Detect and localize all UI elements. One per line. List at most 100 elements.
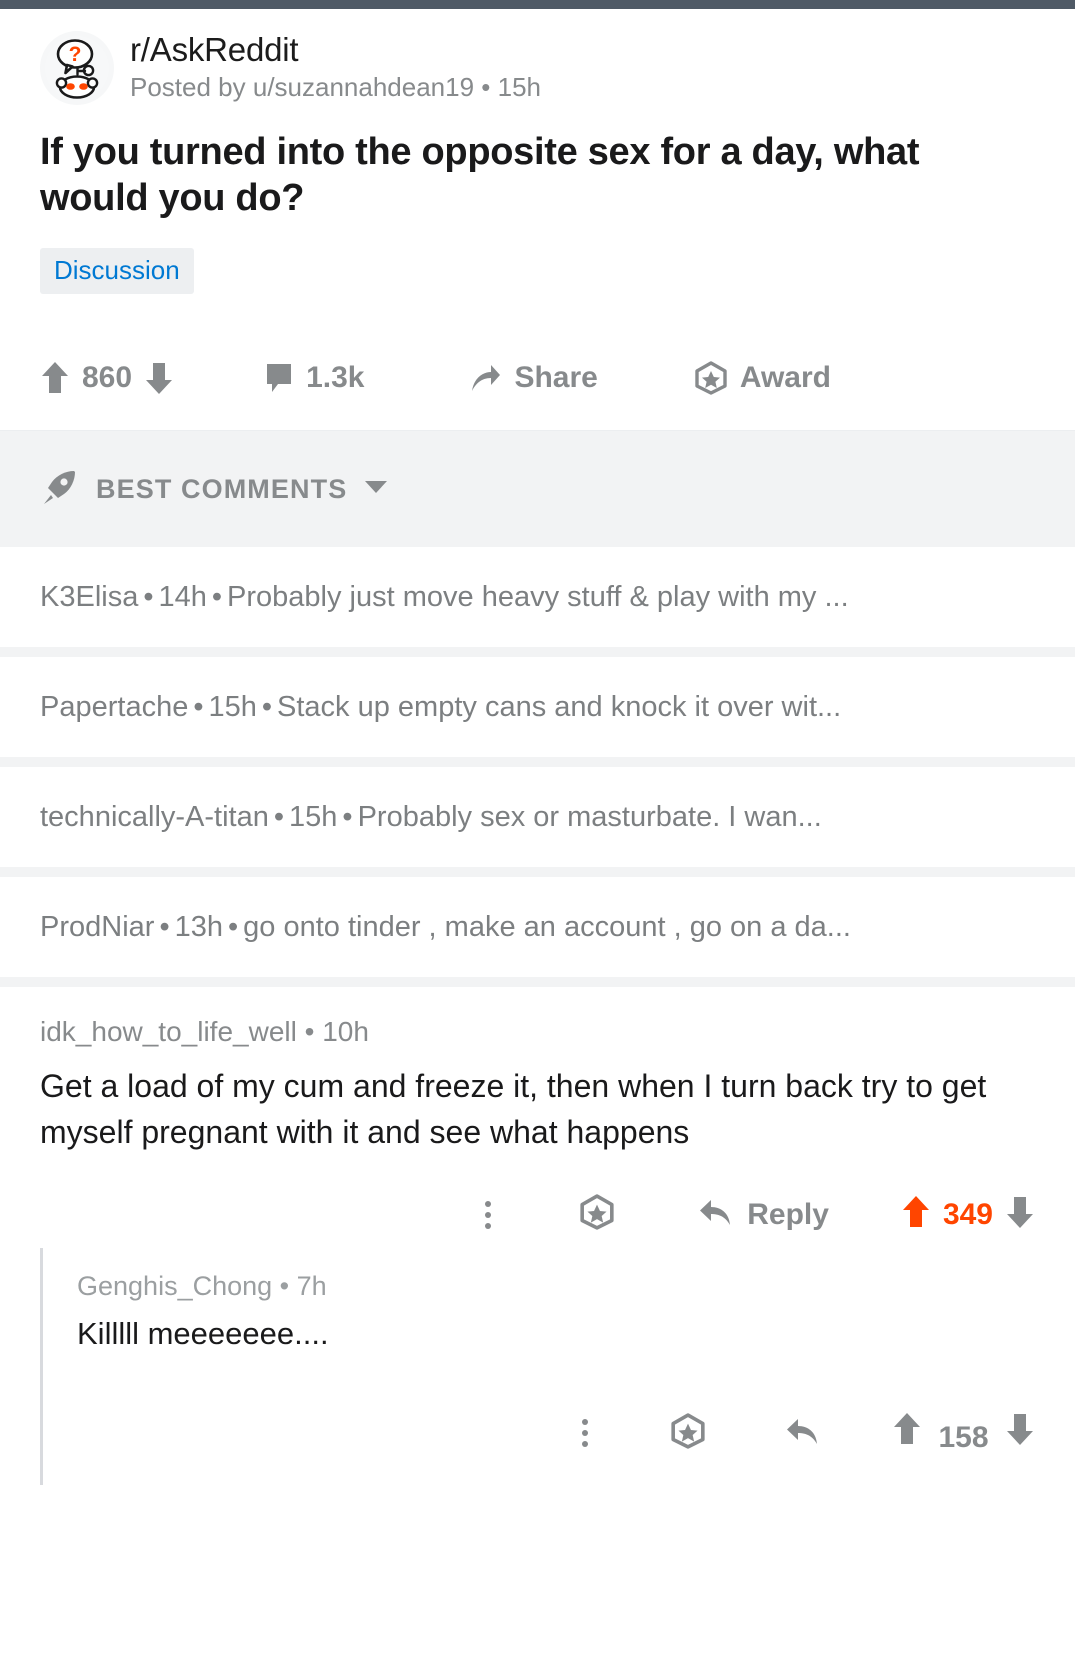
separator-dot: • [211,580,223,613]
thread-indent-line[interactable] [40,1247,43,1486]
comment-age: 10h [322,1016,369,1048]
post-header: ? r/AskReddit Posted by u/suzannahdean19… [40,9,1035,105]
separator-dot: • [193,690,204,723]
post-share-button[interactable]: Share [468,361,609,395]
post-award-button[interactable]: Award [694,361,843,396]
downvote-arrow-icon[interactable] [1005,1414,1035,1451]
collapsed-comment-author: K3Elisa [40,580,139,613]
reply-action-bar: 158 [77,1411,1035,1485]
award-star-icon [579,1194,615,1235]
comment-vote-group: 349 [901,1194,1035,1235]
reply-age: 7h [296,1270,327,1301]
collapsed-comment-age: 14h [158,580,207,613]
post-comments-group[interactable]: 1.3k [264,361,376,395]
post-vote-group: 860 [40,360,174,396]
separator-dot: • [273,800,285,833]
post-comment-count: 1.3k [306,361,365,395]
comments-sort-bar[interactable]: BEST COMMENTS [0,430,1075,548]
rocket-icon [40,468,78,511]
downvote-arrow-icon[interactable] [1005,1194,1035,1235]
downvote-arrow-icon[interactable] [144,360,174,396]
list-item[interactable]: technically-A-titan • 15h • Probably sex or … [0,767,1075,878]
comment-meta: idk_how_to_life_well • 10h [40,1015,1035,1049]
kebab-more-icon[interactable] [582,1412,589,1454]
sort-label: BEST COMMENTS [96,473,348,504]
askreddit-snoo-question-avatar[interactable]: ? [40,31,114,105]
svg-text:?: ? [69,43,82,66]
upvote-arrow-icon[interactable] [40,360,70,396]
comment-reply-label: Reply [747,1197,829,1231]
kebab-dot [485,1222,492,1229]
comment-action-bar: Reply 349 [40,1194,1035,1248]
collapsed-comment-age: 13h [174,910,223,943]
kebab-dot [582,1419,589,1426]
kebab-dot [582,1430,589,1437]
kebab-dot [485,1200,492,1207]
award-star-icon [670,1413,706,1453]
list-item[interactable]: ProdNiar • 13h • go onto tinder , make an ac… [0,877,1075,988]
share-arrow-icon [468,362,502,394]
collapsed-comment-preview: Probably just move heavy stuff & play wi… [227,580,849,613]
reply-meta: Genghis_Chong • 7h [77,1270,1035,1302]
collapsed-comment-line: technically-A-titan • 15h • Probably sex or … [40,800,822,835]
upvote-arrow-icon[interactable] [892,1413,926,1451]
kebab-dot [582,1441,589,1448]
post-title[interactable]: If you turned into the opposite sex for … [40,129,1035,222]
kebab-dot [485,1211,492,1218]
flair-row: Discussion [40,247,1035,295]
post-container: ? r/AskReddit Posted by u/suzannahdean19… [0,9,1075,431]
separator-dot: • [159,910,170,943]
list-item[interactable]: Papertache • 15h • Stack up empty cans and k… [0,657,1075,768]
reply-arrow-icon [784,1418,820,1451]
list-item[interactable]: K3Elisa • 14h • Probably just move heavy stu… [0,547,1075,658]
reply-body: Killlll meeeeeee.... [77,1316,329,1352]
expanded-comment: idk_how_to_life_well • 10h Get a load of… [0,987,1075,1248]
collapsed-comment-line: K3Elisa • 14h • Probably just move heavy stu… [40,580,849,615]
nested-reply-content: Genghis_Chong • 7h Killlll meeeeeee.... [77,1248,1075,1486]
comment-reply-button[interactable]: Reply [697,1196,829,1233]
comment-body: Get a load of my cum and freeze it, then… [40,1067,987,1151]
reply-score: 158 [938,1421,989,1455]
sort-inner: BEST COMMENTS [40,468,389,511]
post-award-label: Award [739,361,831,395]
kebab-more-icon[interactable] [485,1194,492,1236]
status-bar [0,0,1075,9]
reply-vote-group: 158 [892,1411,1035,1455]
separator-dot: • [342,800,353,833]
collapsed-comment-preview: Stack up empty cans and knock it over wi… [277,690,842,723]
post-flair-discussion[interactable]: Discussion [40,247,194,295]
subreddit-name[interactable]: r/AskReddit [130,31,541,70]
collapsed-comment-author: Papertache [40,690,189,723]
reply-author[interactable]: Genghis_Chong [77,1271,272,1301]
collapsed-comment-preview: go onto tinder , make an account , go on… [243,910,851,943]
post-score: 860 [82,361,133,395]
separator-dot: • [261,690,273,723]
separator-dot: • [143,580,154,613]
comment-bubble-icon [264,361,294,395]
collapsed-comment-preview: Probably sex or masturbate. I wan... [357,800,822,833]
award-star-icon [694,361,728,396]
comment-score: 349 [942,1197,993,1231]
post-share-label: Share [514,361,598,395]
separator-dot: • [304,1016,315,1048]
separator-dot: • [227,910,239,943]
reply-arrow-icon [697,1196,733,1233]
separator-dot: • [279,1270,290,1301]
post-action-bar: 860 1.3k Share Award [40,360,1035,430]
reply-reply-button[interactable] [784,1415,820,1452]
comment-author[interactable]: idk_how_to_life_well [40,1016,297,1047]
reddit-post-screen: ? r/AskReddit Posted by u/suzannahdean19… [0,0,1075,1667]
post-author-meta[interactable]: Posted by u/suzannahdean19 • 15h [130,71,541,105]
collapsed-comment-author: ProdNiar [40,910,155,943]
nested-reply: Genghis_Chong • 7h Killlll meeeeeee.... [0,1247,1075,1486]
collapsed-comment-age: 15h [289,800,338,833]
upvote-arrow-icon[interactable] [901,1194,931,1235]
post-header-text: r/AskReddit Posted by u/suzannahdean19 •… [130,31,541,105]
reply-award-button[interactable] [670,1413,706,1454]
collapsed-comment-line: ProdNiar • 13h • go onto tinder , make an ac… [40,910,851,945]
collapsed-comment-age: 15h [208,690,257,723]
chevron-down-icon[interactable] [363,478,389,501]
comment-award-button[interactable] [579,1194,615,1235]
collapsed-comment-author: technically-A-titan [40,800,269,833]
collapsed-comment-line: Papertache • 15h • Stack up empty cans and k… [40,690,841,725]
